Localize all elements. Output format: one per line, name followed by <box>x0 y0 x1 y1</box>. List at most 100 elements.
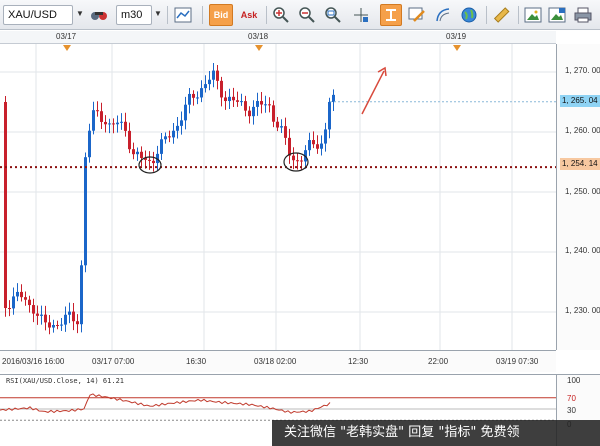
candle-body <box>180 120 183 126</box>
print-button[interactable] <box>572 4 594 26</box>
timeframe-selector[interactable]: m30 <box>116 5 152 25</box>
candle-body <box>216 70 219 81</box>
candle-body <box>200 88 203 98</box>
candle-body <box>104 121 107 125</box>
candle-body <box>260 101 263 105</box>
candle-body <box>196 97 199 99</box>
ruler-button[interactable] <box>490 4 512 26</box>
candle-body <box>316 144 319 149</box>
candle-body <box>32 305 35 314</box>
candle-body <box>328 101 331 130</box>
rsi-line <box>0 393 331 414</box>
candle-body <box>332 94 335 102</box>
timeframe-dropdown-icon[interactable]: ▼ <box>154 9 162 18</box>
price-axis[interactable]: 1, 270. 00 1, 260. 00 1, 250. 00 1, 240.… <box>556 44 600 350</box>
bid-button[interactable]: Bid <box>209 4 233 26</box>
candle-body <box>28 299 31 306</box>
globe-button[interactable] <box>458 4 480 26</box>
cursor-tool-button[interactable] <box>380 4 402 26</box>
timeframe-label: m30 <box>121 9 143 21</box>
candle-body <box>300 160 303 162</box>
candle-body <box>88 130 91 158</box>
candle-body <box>76 321 79 325</box>
candle-body <box>92 110 95 131</box>
candle-body <box>276 121 279 128</box>
candle-body <box>268 104 271 106</box>
candle-body <box>176 125 179 131</box>
candle-body <box>228 96 231 102</box>
candle-body <box>120 121 123 123</box>
time-axis[interactable]: 2016/03/16 16:00 03/17 07:00 16:30 03/18… <box>0 350 556 372</box>
ask-label: Ask <box>240 10 258 20</box>
candle-body <box>324 129 327 144</box>
price-chart[interactable] <box>0 44 556 350</box>
candle-body <box>244 101 247 111</box>
time-axis-label: 22:00 <box>428 357 449 366</box>
candle-body <box>296 160 299 162</box>
bid-label: Bid <box>213 10 229 20</box>
candle-body <box>288 137 291 156</box>
candle-body <box>136 151 139 155</box>
price-axis-label: 1, 260. 00 <box>565 126 600 135</box>
zoom-in-button[interactable] <box>270 4 292 26</box>
candle-body <box>8 308 11 310</box>
candle-body <box>160 139 163 154</box>
toolbar-separator <box>486 6 487 24</box>
price-axis-label: 1, 250. 00 <box>565 187 600 196</box>
candle-body <box>172 130 175 138</box>
candle-body <box>184 104 187 121</box>
candle-body <box>52 325 55 328</box>
candle-body <box>312 140 315 145</box>
candle-body <box>100 111 103 122</box>
candle-body <box>264 104 267 106</box>
screenshot-button[interactable] <box>522 4 544 26</box>
symbol-dropdown-icon[interactable]: ▼ <box>76 9 84 18</box>
candle-body <box>36 313 39 316</box>
candle-body <box>308 140 311 151</box>
zoom-fit-button[interactable] <box>322 4 344 26</box>
rsi-level-label: 100 <box>567 376 581 385</box>
candle-body <box>284 126 287 138</box>
date-marker-label: 03/17 <box>56 32 77 41</box>
draw-tool-button[interactable] <box>406 4 428 26</box>
candle-body <box>168 136 171 138</box>
symbol-selector[interactable]: XAU/USD <box>3 5 73 25</box>
ruler-icon <box>493 7 510 23</box>
candle-body <box>12 296 15 309</box>
toolbar-separator <box>266 6 267 24</box>
candle-body <box>84 157 87 266</box>
crosshair-button[interactable] <box>350 4 372 26</box>
indicator-button[interactable] <box>172 4 194 26</box>
candle-body <box>112 123 115 125</box>
low-circle-annotation <box>283 152 309 172</box>
save-image-button[interactable] <box>546 4 568 26</box>
ask-button[interactable]: Ask <box>237 4 261 26</box>
toolbar: XAU/USD ▼ m30 ▼ Bid Ask <box>0 0 600 30</box>
candle-body <box>116 122 119 125</box>
fibonacci-button[interactable] <box>432 4 454 26</box>
current-price-tag: 1, 265. 04 <box>560 95 600 107</box>
candle-body <box>44 314 47 323</box>
globe-icon <box>461 7 477 23</box>
candle-body <box>48 322 51 328</box>
toolbar-separator <box>518 6 519 24</box>
line-price-tag: 1, 254. 14 <box>560 158 600 170</box>
candle-body <box>60 324 63 326</box>
zoom-in-icon <box>273 7 289 23</box>
chart-type-button[interactable] <box>88 4 110 26</box>
zoom-out-button[interactable] <box>296 4 318 26</box>
print-icon <box>574 7 592 23</box>
candle-body <box>212 70 215 80</box>
candle-body <box>292 155 295 161</box>
candle-body <box>132 149 135 155</box>
candle-body <box>124 121 127 131</box>
zoom-fit-icon <box>325 7 341 23</box>
zoom-out-icon <box>299 7 315 23</box>
date-marker-label: 03/18 <box>248 32 269 41</box>
candle-body <box>40 314 43 316</box>
candle-body <box>272 105 275 122</box>
candle-body <box>240 101 243 103</box>
crosshair-icon <box>354 8 368 22</box>
candle-body <box>280 126 283 128</box>
candle-body <box>252 106 255 117</box>
